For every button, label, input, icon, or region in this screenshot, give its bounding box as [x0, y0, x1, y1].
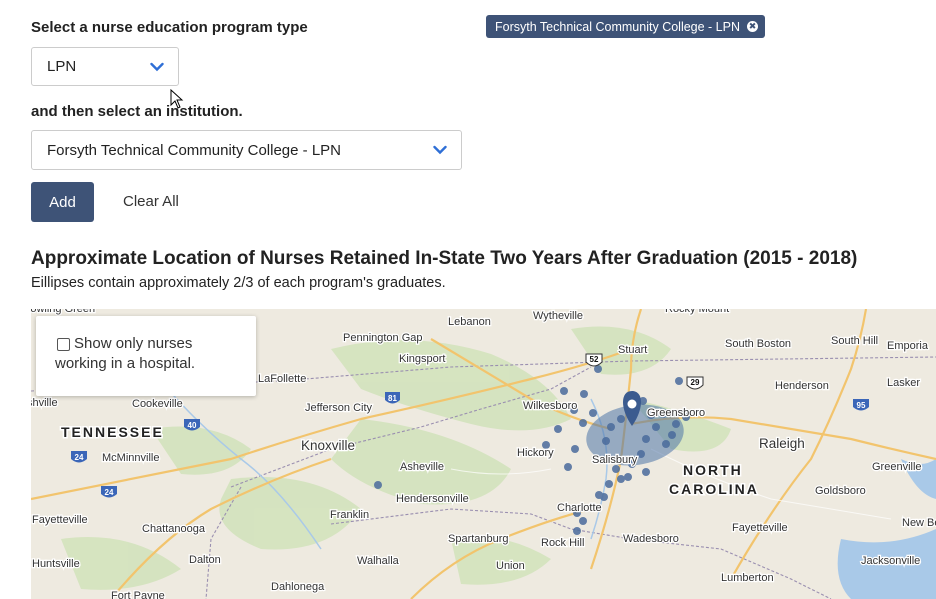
svg-text:Hickory: Hickory: [517, 447, 554, 459]
svg-text:Union: Union: [496, 560, 525, 572]
svg-text:Kingsport: Kingsport: [399, 353, 445, 365]
svg-text:Walhalla: Walhalla: [357, 555, 400, 567]
svg-text:Fort Payne: Fort Payne: [111, 590, 165, 599]
svg-text:Lumberton: Lumberton: [721, 572, 774, 584]
program-type-value: LPN: [47, 58, 77, 75]
remove-tag-icon[interactable]: ✖: [747, 21, 759, 32]
svg-text:Rock Hill: Rock Hill: [541, 537, 584, 549]
svg-text:Fayetteville: Fayetteville: [32, 514, 88, 526]
institution-value: Forsyth Technical Community College - LP…: [47, 141, 342, 159]
shield-52: 52: [590, 355, 599, 364]
shield-95: 95: [857, 401, 866, 410]
selected-program-tag: Forsyth Technical Community College - LP…: [486, 15, 766, 38]
svg-text:Rocky Mount: Rocky Mount: [665, 309, 729, 315]
clear-all-button[interactable]: Clear All: [123, 193, 179, 210]
institution-label: and then select an institution.: [31, 103, 243, 120]
svg-text:Goldsboro: Goldsboro: [815, 485, 866, 497]
svg-text:Greenville: Greenville: [872, 461, 922, 473]
chevron-down-icon: [150, 62, 164, 71]
shield-24-a: 24: [75, 453, 84, 462]
svg-text:Greensboro: Greensboro: [647, 407, 705, 419]
svg-text:NORTH: NORTH: [683, 462, 743, 478]
svg-text:Franklin: Franklin: [330, 509, 369, 521]
tag-label: Forsyth Technical Community College - LP…: [495, 19, 741, 34]
svg-text:Jacksonville: Jacksonville: [861, 555, 920, 567]
svg-text:New Be: New Be: [902, 517, 936, 529]
svg-text:Wadesboro: Wadesboro: [623, 533, 679, 545]
svg-text:Huntsville: Huntsville: [32, 558, 80, 570]
institution-select[interactable]: Forsyth Technical Community College - LP…: [31, 130, 462, 170]
svg-text:LaFollette: LaFollette: [258, 373, 306, 385]
chevron-down-icon: [433, 145, 447, 155]
mouse-cursor-icon: [170, 89, 184, 109]
hospital-only-label[interactable]: Show only nurses working in a hospital.: [55, 334, 245, 374]
svg-text:Lasker: Lasker: [887, 377, 920, 389]
shield-29: 29: [691, 378, 700, 387]
program-type-select[interactable]: LPN: [31, 47, 179, 86]
svg-text:Pennington Gap: Pennington Gap: [343, 332, 423, 344]
svg-text:Dahlonega: Dahlonega: [271, 581, 325, 593]
shield-24-b: 24: [105, 488, 114, 497]
svg-text:Spartanburg: Spartanburg: [448, 533, 509, 545]
svg-text:Emporia: Emporia: [887, 340, 929, 352]
map-section-subtitle: Eillipses contain approximately 2/3 of e…: [31, 275, 446, 291]
svg-text:Dalton: Dalton: [189, 554, 221, 566]
hospital-filter-card: Show only nurses working in a hospital.: [36, 316, 256, 396]
svg-text:Knoxville: Knoxville: [301, 438, 355, 453]
svg-text:TENNESSEE: TENNESSEE: [61, 424, 164, 440]
add-button[interactable]: Add: [31, 182, 94, 222]
program-type-label: Select a nurse education program type: [31, 19, 308, 36]
svg-text:Wytheville: Wytheville: [533, 310, 583, 322]
svg-text:Henderson: Henderson: [775, 380, 829, 392]
svg-text:Chattanooga: Chattanooga: [142, 523, 206, 535]
svg-text:Asheville: Asheville: [400, 461, 444, 473]
svg-text:Salisbury: Salisbury: [592, 454, 638, 466]
svg-text:Fayetteville: Fayetteville: [732, 522, 788, 534]
svg-text:Hendersonville: Hendersonville: [396, 493, 469, 505]
svg-text:Raleigh: Raleigh: [759, 436, 805, 451]
svg-text:shville: shville: [31, 397, 58, 409]
svg-text:Bowling Green: Bowling Green: [31, 309, 95, 315]
map-section-title: Approximate Location of Nurses Retained …: [31, 248, 858, 269]
svg-text:South Hill: South Hill: [831, 335, 878, 347]
svg-text:CAROLINA: CAROLINA: [669, 481, 759, 497]
shield-40: 40: [188, 421, 197, 430]
svg-text:Charlotte: Charlotte: [557, 502, 602, 514]
svg-text:Cookeville: Cookeville: [132, 398, 183, 410]
svg-text:Wilkesboro: Wilkesboro: [523, 400, 577, 412]
svg-text:Stuart: Stuart: [618, 344, 647, 356]
svg-text:Jefferson City: Jefferson City: [305, 402, 373, 414]
svg-text:McMinnville: McMinnville: [102, 452, 159, 464]
shield-81: 81: [388, 394, 397, 403]
svg-text:Lebanon: Lebanon: [448, 316, 491, 328]
svg-text:South Boston: South Boston: [725, 338, 791, 350]
